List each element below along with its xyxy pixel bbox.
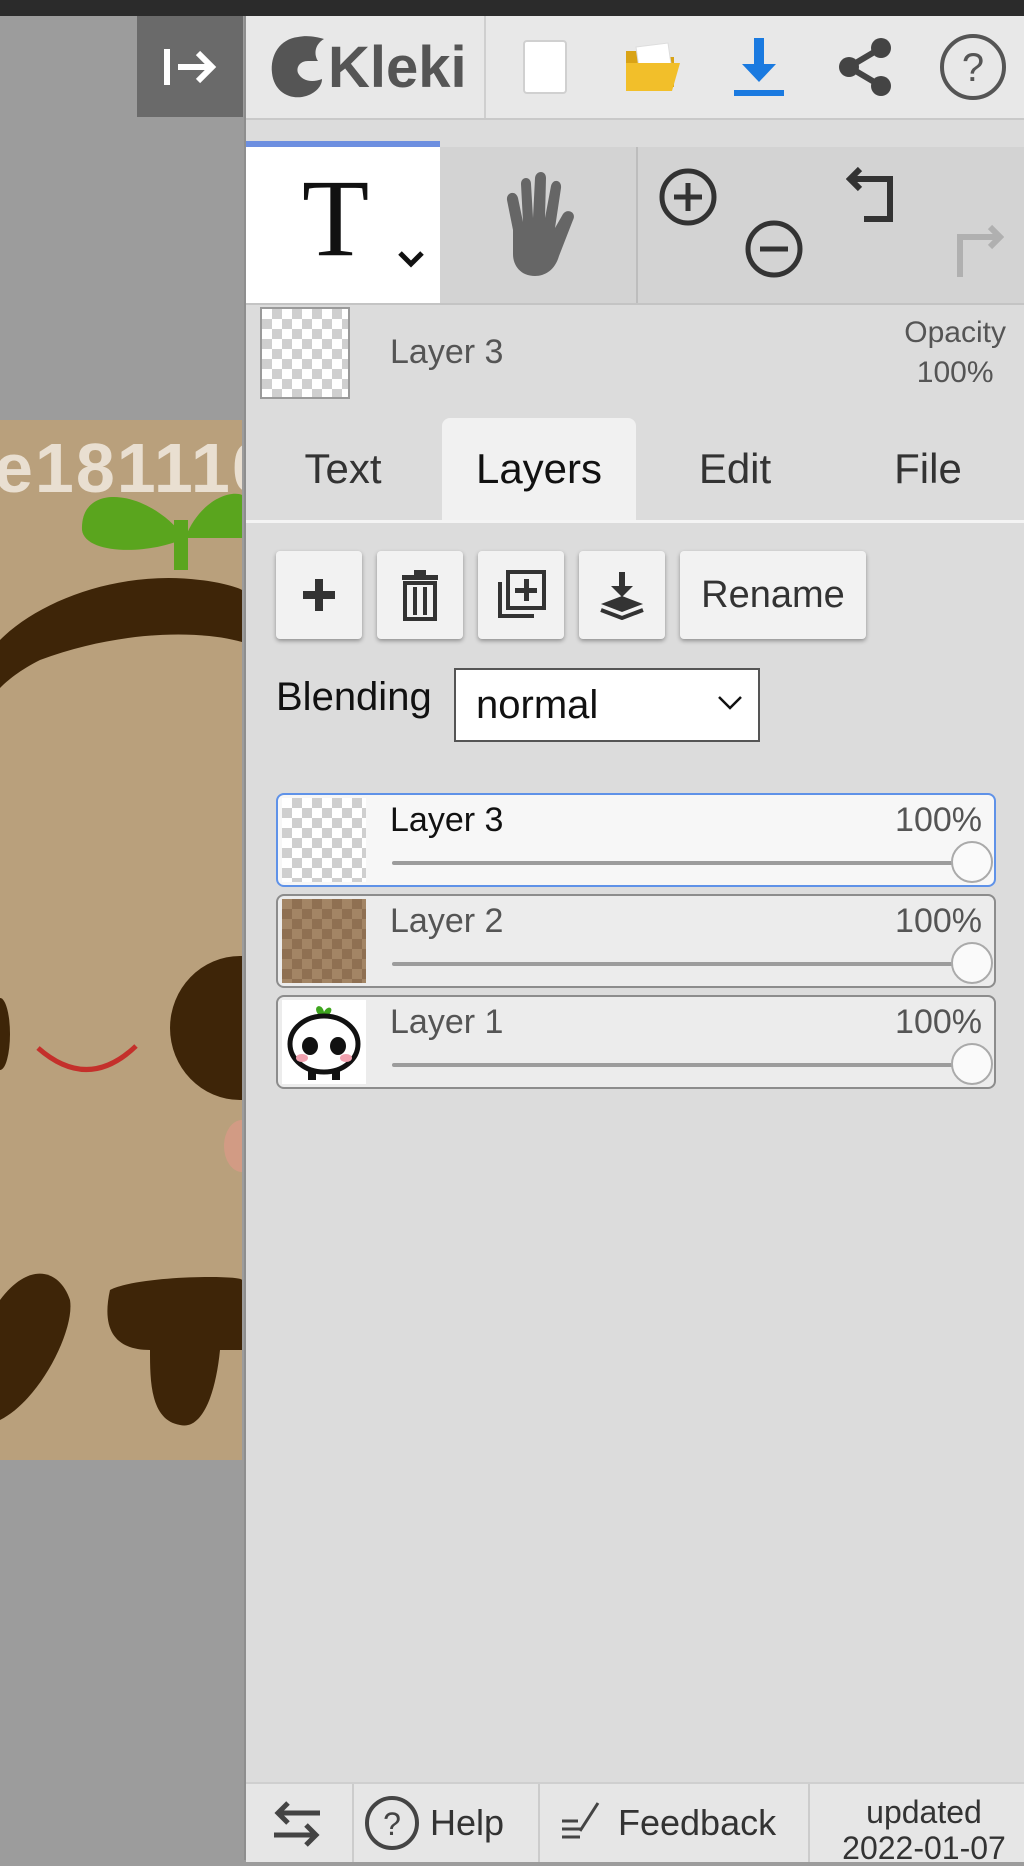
blending-select[interactable]: normal [454,668,760,742]
hand-tool-button[interactable] [442,147,636,303]
trash-icon [402,570,438,621]
current-layer-thumbnail [260,307,350,399]
tab-layers[interactable]: Layers [442,418,636,520]
panel-footer: ? Help Feedback updated 2022-01-07 [246,1782,1024,1866]
share-button[interactable] [828,30,902,104]
canvas-area[interactable]: e181110 [0,16,244,1860]
header-divider [484,16,486,118]
plus-icon [303,579,335,611]
side-panel: Kleki ? T Layer 3 Opacity 100% Text Laye… [244,16,1024,1866]
text-tool-button[interactable]: T [246,141,440,303]
zoom-in-icon[interactable] [658,167,718,227]
tool-row: T [246,141,1024,305]
swap-arrows-icon [274,1801,320,1847]
text-tool-icon: T [302,157,370,279]
panda-thumbnail-icon [287,1006,361,1080]
redo-icon[interactable] [944,223,1004,283]
app-name: Kleki [328,34,467,100]
opacity-value: 100% [916,356,994,389]
history-controls [832,147,1024,303]
opacity-label: Opacity [904,316,1006,349]
add-layer-button[interactable] [276,551,362,639]
folder-icon [626,42,680,91]
updated-date: 2022-01-07 [842,1830,1006,1866]
layer-opacity-slider-knob[interactable] [951,1043,993,1085]
delete-layer-button[interactable] [377,551,463,639]
footer-divider [808,1784,810,1862]
swap-side-button[interactable] [270,1784,324,1862]
layer-thumbnail [282,899,366,983]
feedback-label: Feedback [618,1802,777,1843]
layer-opacity: 100% [895,1003,982,1041]
current-layer-name: Layer 3 [390,333,504,371]
download-icon [734,38,784,96]
layer-opacity-slider[interactable] [392,962,972,966]
current-layer-info: Layer 3 Opacity 100% [246,305,1024,407]
new-image-button[interactable] [508,30,582,104]
drawing-canvas[interactable]: e181110 [0,420,242,1460]
feedback-link[interactable]: Feedback [558,1784,776,1862]
active-tool-indicator [246,141,440,147]
hand-icon [506,172,574,276]
merge-down-button[interactable] [579,551,665,639]
svg-text:?: ? [383,1806,401,1842]
save-image-button[interactable] [722,30,796,104]
chevron-down-icon[interactable] [396,249,426,269]
blending-label: Blending [276,675,432,719]
help-icon: ? [940,34,1006,100]
layer-name: Layer 2 [390,902,504,940]
tab-text[interactable]: Text [246,418,440,520]
layer-opacity-slider[interactable] [392,861,972,865]
tab-edit[interactable]: Edit [638,418,832,520]
drawing-artwork [0,493,242,1426]
open-image-button[interactable] [616,30,690,104]
app-header: Kleki ? [246,16,1024,120]
help-link[interactable]: ? Help [364,1784,504,1862]
footer-divider [352,1784,354,1862]
layer-opacity-slider-knob[interactable] [951,942,993,984]
layer-opacity: 100% [895,902,982,940]
help-icon: ? [365,1796,419,1850]
duplicate-icon [498,570,546,618]
layer-opacity: 100% [895,801,982,839]
updated-label: updated [866,1794,982,1830]
help-button[interactable]: ? [936,30,1010,104]
help-label: Help [430,1802,505,1843]
layer-opacity-slider[interactable] [392,1063,972,1067]
blending-value: normal [476,682,599,727]
updated-info: updated 2022-01-07 [824,1794,1024,1866]
kleki-logo-icon [271,36,324,98]
layers-panel: Rename Blending normal Layer 3 100% Laye… [246,523,1024,1783]
zoom-controls [638,147,832,303]
status-strip [0,0,1024,16]
current-layer-opacity: Opacity 100% [904,313,1006,393]
merge-down-icon [600,572,644,620]
layer-opacity-slider-knob[interactable] [951,841,993,883]
zoom-out-icon[interactable] [744,219,804,279]
collapse-arrow-icon [164,48,217,85]
layer-thumbnail [282,1000,366,1084]
collapse-panel-button[interactable] [137,16,243,117]
rename-layer-button[interactable]: Rename [680,551,866,639]
layer-name: Layer 1 [390,1003,504,1041]
duplicate-layer-button[interactable] [478,551,564,639]
new-file-icon [523,40,567,94]
layer-thumbnail [282,798,366,882]
kleki-logo[interactable]: Kleki [268,30,467,104]
layer-row-1[interactable]: Layer 1 100% [276,995,996,1089]
layer-row-3[interactable]: Layer 3 100% [276,793,996,887]
tab-file[interactable]: File [832,418,1024,520]
share-icon [839,38,891,96]
layer-row-2[interactable]: Layer 2 100% [276,894,996,988]
panel-tabs: Text Layers Edit File [246,418,1024,523]
undo-icon[interactable] [846,165,906,225]
feedback-pencil-icon [562,1802,600,1839]
footer-divider [538,1784,540,1862]
svg-text:?: ? [962,46,984,90]
layer-name: Layer 3 [390,801,504,839]
chevron-down-icon [718,696,742,710]
